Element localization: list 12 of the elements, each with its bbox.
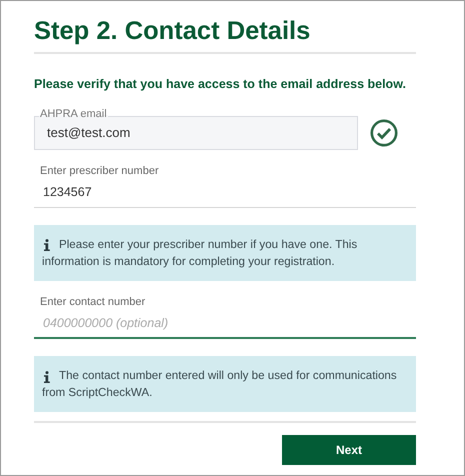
info-icon <box>43 239 51 252</box>
field-label: Enter contact number <box>40 294 146 308</box>
info-message: Please enter your prescriber number if you have one. This information is mandatory for completing your registration. <box>34 224 416 280</box>
email-field[interactable]: test@test.com <box>34 116 358 150</box>
input-field[interactable]: 0400000000 (optional) <box>34 312 416 340</box>
field-label: Enter prescriber number <box>40 164 159 178</box>
info-icon <box>43 371 51 384</box>
info-message: The contact number entered will only be used for communications from ScriptCheckWA. <box>34 356 416 412</box>
next-button[interactable]: Next <box>282 435 416 466</box>
page-title: Step 2. Contact Details <box>34 16 312 47</box>
instruction-text: Please verify that you have access to the email address below. <box>34 76 407 93</box>
input-field[interactable]: 1234567 <box>34 182 416 208</box>
